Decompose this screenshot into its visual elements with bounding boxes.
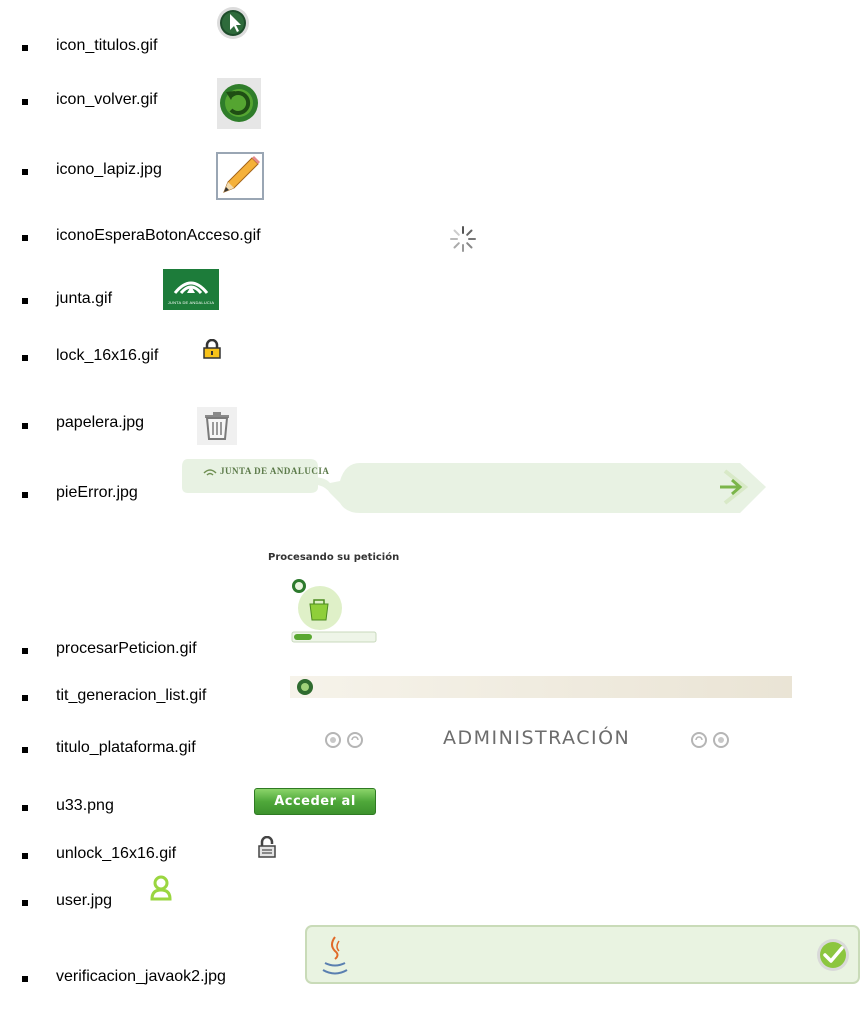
- spinner-icon: [448, 224, 478, 259]
- processing-animation: Procesando su petición: [268, 552, 408, 644]
- bullet: [22, 45, 28, 51]
- file-name: unlock_16x16.gif: [56, 845, 177, 862]
- error-footer-banner: JUNTA DE ANDALUCIA: [180, 453, 776, 516]
- junta-logo-text: JUNTA DE ANDALUCIA: [167, 300, 215, 305]
- bullet: [22, 695, 28, 701]
- bullet: [22, 169, 28, 175]
- trash-icon: [197, 407, 237, 450]
- file-name: iconoEsperaBotonAcceso.gif: [56, 227, 261, 244]
- file-name: lock_16x16.gif: [56, 347, 159, 364]
- access-system-button[interactable]: Acceder al sistema: [254, 788, 376, 834]
- bullet: [22, 99, 28, 105]
- junta-logo: JUNTA DE ANDALUCIA: [163, 269, 219, 310]
- file-name: verificacion_javaok2.jpg: [56, 968, 226, 985]
- platform-title-text: ADMINISTRACIÓN: [443, 727, 631, 749]
- bullet: [22, 423, 28, 429]
- decorative-circles-icon: [325, 732, 363, 748]
- bullet: [22, 355, 28, 361]
- bullet: [22, 900, 28, 906]
- bullet: [22, 805, 28, 811]
- file-name: pieError.jpg: [56, 484, 138, 501]
- bullet: [22, 492, 28, 498]
- file-name: tit_generacion_list.gif: [56, 687, 207, 704]
- list-item: junta.gif JUNTA DE ANDALUCIA: [0, 0, 860, 310]
- file-name: icono_lapiz.jpg: [56, 161, 162, 178]
- user-icon: [149, 875, 173, 906]
- file-name: u33.png: [56, 797, 114, 814]
- pencil-icon: [216, 152, 264, 205]
- file-name: junta.gif: [56, 290, 113, 307]
- processing-title: Procesando su petición: [268, 552, 400, 563]
- bullet-icon: [297, 679, 313, 695]
- file-name: procesarPeticion.gif: [56, 640, 197, 657]
- banner-title: JUNTA DE ANDALUCIA: [220, 466, 330, 476]
- lock-icon: [203, 338, 221, 364]
- bullet: [22, 298, 28, 304]
- java-verification-bar: [305, 925, 860, 984]
- title-bar: [290, 676, 792, 698]
- file-name: titulo_plataforma.gif: [56, 739, 196, 756]
- decorative-circles-icon: [691, 732, 729, 748]
- file-name: papelera.jpg: [56, 414, 145, 431]
- bullet: [22, 976, 28, 982]
- bullet: [22, 648, 28, 654]
- back-arrow-icon: [217, 78, 261, 134]
- file-name: icon_volver.gif: [56, 91, 158, 108]
- unlock-icon: [258, 835, 276, 863]
- bullet: [22, 747, 28, 753]
- platform-title: ADMINISTRACIÓN: [325, 727, 765, 755]
- file-name: user.jpg: [56, 892, 113, 909]
- bullet: [22, 853, 28, 859]
- bullet: [22, 235, 28, 241]
